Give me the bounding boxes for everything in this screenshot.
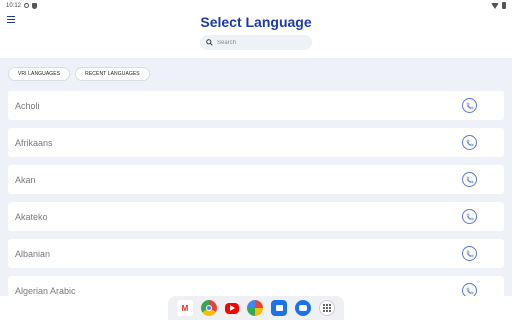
language-name: Acholi [15, 100, 40, 111]
chrome-icon[interactable] [201, 300, 217, 316]
phone-icon [466, 102, 473, 109]
messages-icon[interactable] [295, 300, 311, 316]
phone-icon [466, 287, 473, 294]
call-button[interactable] [462, 172, 477, 187]
settings-icon [24, 3, 30, 8]
status-time: 10:12 [6, 2, 22, 9]
language-name: Albanian [15, 248, 51, 259]
files-icon[interactable] [271, 300, 287, 316]
phone-icon [466, 250, 473, 257]
app-drawer-icon[interactable] [319, 300, 335, 316]
language-name: Akateko [15, 211, 48, 222]
search-icon [206, 39, 213, 46]
language-row-akan[interactable]: Akan [8, 165, 504, 194]
call-button[interactable] [462, 246, 477, 261]
language-name: Algerian Arabic [15, 285, 76, 296]
language-row-akateko[interactable]: Akateko [8, 202, 504, 231]
language-row-acholi[interactable]: Acholi [8, 91, 504, 120]
phone-icon [466, 176, 473, 183]
vri-languages-chip[interactable]: VRI LANGUAGES [8, 67, 71, 81]
battery-icon [502, 2, 506, 9]
phone-icon [466, 213, 473, 220]
language-name: Akan [15, 174, 36, 185]
phone-icon [466, 139, 473, 146]
call-button[interactable] [462, 135, 477, 150]
recent-languages-chip[interactable]: RECENT LANGUAGES [75, 67, 150, 81]
wifi-icon [491, 2, 499, 9]
photos-icon[interactable] [247, 300, 263, 316]
language-name: Afrikaans [15, 137, 53, 148]
search-bar[interactable] [200, 35, 312, 50]
app-dock: M [168, 296, 344, 320]
call-button[interactable] [462, 98, 477, 113]
filter-chips: VRI LANGUAGES RECENT LANGUAGES [8, 67, 150, 81]
language-row-afrikaans[interactable]: Afrikaans [8, 128, 504, 157]
call-button[interactable] [462, 209, 477, 224]
status-bar: 10:12 [0, 0, 512, 11]
language-list: Acholi Afrikaans Akan Akateko Albanian A… [8, 91, 504, 313]
youtube-icon[interactable] [225, 302, 239, 314]
language-row-albanian[interactable]: Albanian [8, 239, 504, 268]
app-header: Select Language [0, 11, 512, 58]
page-title: Select Language [200, 14, 312, 30]
shield-icon [32, 2, 38, 9]
gmail-icon[interactable]: M [177, 300, 193, 316]
search-input[interactable] [217, 39, 307, 46]
